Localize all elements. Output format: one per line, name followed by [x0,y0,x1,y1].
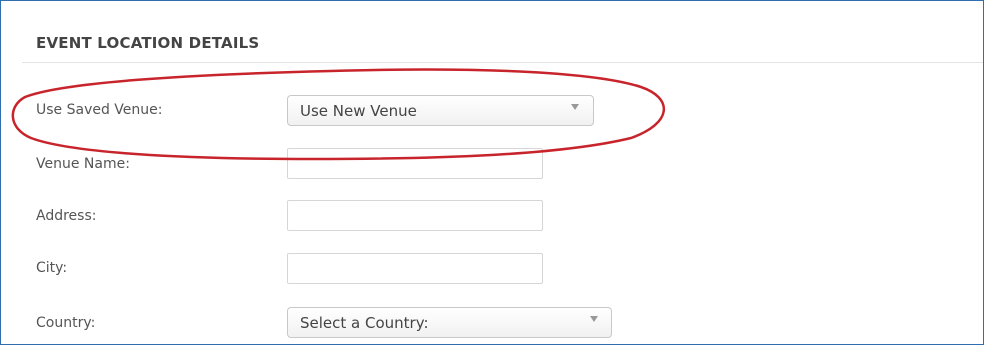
address-label: Address: [36,208,97,224]
saved-venue-select[interactable]: Use New Venue [287,95,594,126]
event-location-panel: EVENT LOCATION DETAILS Use Saved Venue: … [0,0,984,345]
address-input[interactable] [287,200,543,231]
venue-name-label: Venue Name: [36,156,130,172]
country-label: Country: [36,315,96,331]
country-selected-value: Select a Country: [300,314,429,332]
chevron-down-icon [590,316,598,322]
city-input[interactable] [287,253,543,284]
country-select[interactable]: Select a Country: [287,307,612,338]
saved-venue-label: Use Saved Venue: [36,102,163,118]
city-label: City: [36,260,68,276]
section-title: EVENT LOCATION DETAILS [36,34,260,52]
venue-name-input[interactable] [287,148,543,179]
section-divider [22,62,983,63]
saved-venue-selected-value: Use New Venue [300,102,417,120]
chevron-down-icon [571,104,579,110]
